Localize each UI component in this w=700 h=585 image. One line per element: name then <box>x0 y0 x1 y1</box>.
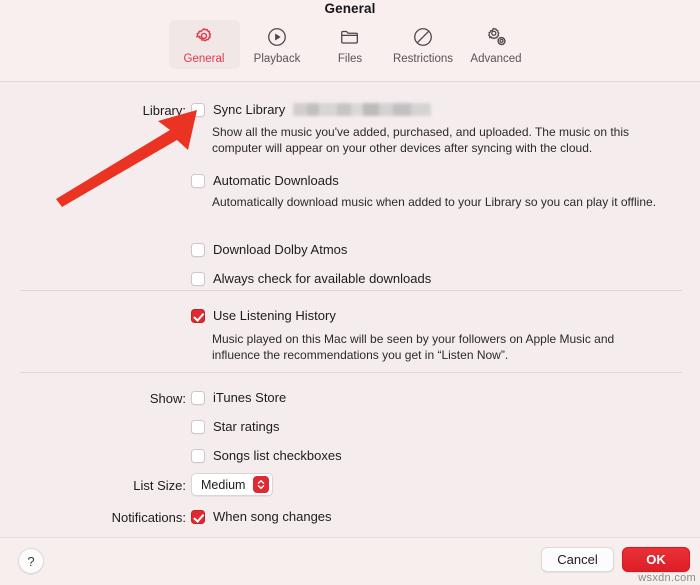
divider-history-show <box>20 372 682 373</box>
list-size-value: Medium <box>201 477 246 492</box>
when-song-changes-checkbox[interactable] <box>191 509 205 524</box>
itunes-store-checkbox[interactable] <box>191 390 205 405</box>
download-dolby-atmos-label: Download Dolby Atmos <box>213 242 348 257</box>
ok-button[interactable]: OK <box>622 547 690 572</box>
listening-history-description: Music played on this Mac will be seen by… <box>212 332 615 362</box>
library-label: Library: <box>142 103 186 118</box>
download-dolby-atmos-row: Download Dolby Atmos <box>191 242 347 257</box>
songs-list-checkboxes-row: Songs list checkboxes <box>191 448 342 463</box>
no-entry-icon <box>412 24 434 50</box>
sync-library-checkbox[interactable] <box>191 102 205 117</box>
sync-library-row: Sync Library <box>191 102 432 117</box>
window-title: General <box>324 1 376 16</box>
chevron-up-down-icon <box>253 476 270 493</box>
folder-icon <box>339 24 361 50</box>
notifications-label: Notifications: <box>111 510 186 525</box>
itunes-store-row: iTunes Store <box>191 390 286 405</box>
show-field-label-wrap: Show: <box>0 391 186 406</box>
notifications-field-label-wrap: Notifications: <box>0 510 186 525</box>
star-ratings-row: Star ratings <box>191 419 279 434</box>
when-song-changes-row: When song changes <box>191 509 332 524</box>
use-listening-history-row: Use Listening History <box>191 308 336 323</box>
help-button[interactable]: ? <box>18 548 44 574</box>
automatic-downloads-label: Automatic Downloads <box>213 173 339 188</box>
list-size-row: Medium <box>191 473 274 496</box>
tab-files[interactable]: Files <box>315 20 386 69</box>
use-listening-history-label: Use Listening History <box>213 308 336 323</box>
tab-advanced-label: Advanced <box>470 53 522 65</box>
always-check-downloads-label: Always check for available downloads <box>213 271 432 286</box>
star-ratings-checkbox[interactable] <box>191 419 205 434</box>
tab-files-label: Files <box>337 53 363 65</box>
cancel-button[interactable]: Cancel <box>541 547 614 572</box>
sync-library-description: Show all the music you've added, purchas… <box>212 125 629 155</box>
star-ratings-label: Star ratings <box>213 419 280 434</box>
double-gear-icon <box>484 24 508 50</box>
list-size-label: List Size: <box>133 478 186 493</box>
list-size-popup-button[interactable]: Medium <box>191 473 274 496</box>
library-field-label-wrap: Library: <box>0 103 186 118</box>
always-check-downloads-checkbox[interactable] <box>191 271 205 286</box>
when-song-changes-label: When song changes <box>213 509 332 524</box>
list-size-field-label-wrap: List Size: <box>0 478 186 493</box>
gear-icon <box>193 24 215 50</box>
show-label: Show: <box>149 391 186 406</box>
use-listening-history-checkbox[interactable] <box>191 308 205 323</box>
tab-advanced[interactable]: Advanced <box>461 20 532 69</box>
automatic-downloads-description: Automatically download music when added … <box>212 195 657 209</box>
account-redaction-blur <box>293 103 432 116</box>
automatic-downloads-checkbox[interactable] <box>191 173 205 188</box>
songs-list-checkboxes-label: Songs list checkboxes <box>213 448 342 463</box>
watermark: wsxdn.com <box>638 572 696 584</box>
preferences-toolbar: General General Playback Files Restricti… <box>0 0 700 82</box>
dialog-footer: ? Cancel OK wsxdn.com <box>0 537 700 585</box>
divider-library-history <box>20 290 682 291</box>
tab-playback[interactable]: Playback <box>242 20 313 69</box>
always-check-downloads-row: Always check for available downloads <box>191 271 431 286</box>
play-circle-icon <box>266 24 288 50</box>
songs-list-checkboxes-checkbox[interactable] <box>191 448 205 463</box>
toolbar-tab-list: General Playback Files Restrictions Adva… <box>0 20 700 69</box>
tab-restrictions[interactable]: Restrictions <box>388 20 459 69</box>
itunes-store-label: iTunes Store <box>213 390 287 405</box>
tab-general[interactable]: General <box>168 20 240 69</box>
download-dolby-atmos-checkbox[interactable] <box>191 242 205 257</box>
tab-general-label: General <box>183 53 225 65</box>
automatic-downloads-row: Automatic Downloads <box>191 173 339 188</box>
sync-library-label: Sync Library <box>213 102 286 117</box>
tab-restrictions-label: Restrictions <box>392 53 454 65</box>
tab-playback-label: Playback <box>253 53 301 65</box>
preferences-content: Library: Sync Library Show all the music… <box>0 82 700 537</box>
